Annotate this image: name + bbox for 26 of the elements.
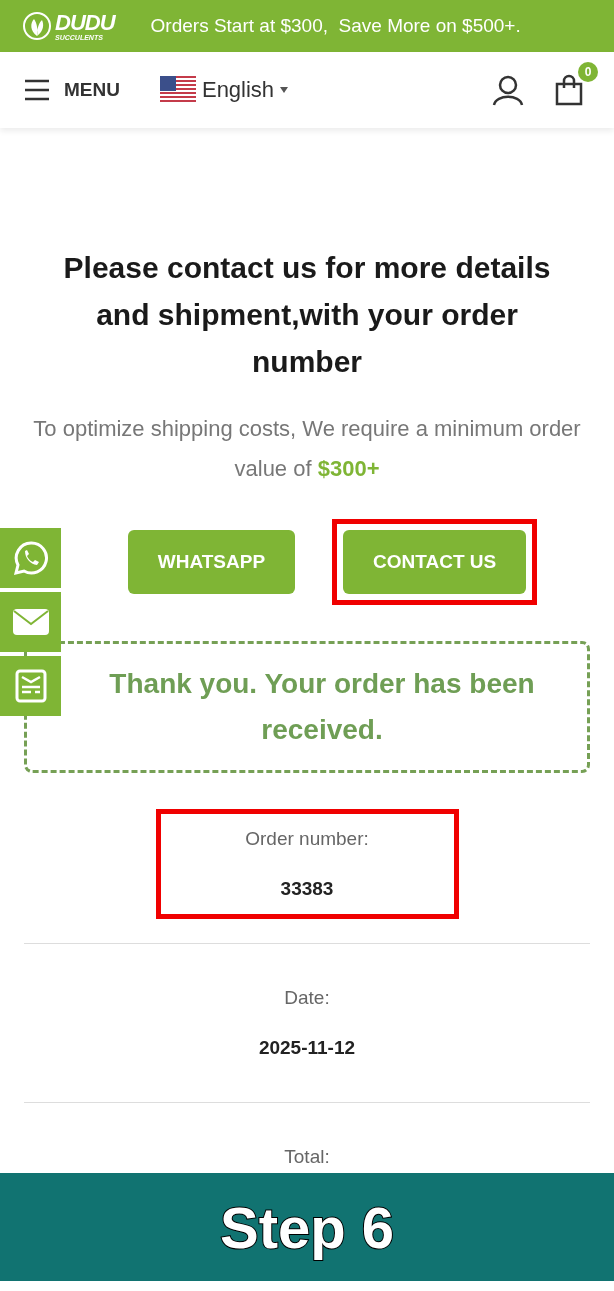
us-flag-icon <box>159 76 196 104</box>
whatsapp-icon <box>12 540 49 576</box>
detail-value: 2025-11-12 <box>258 1037 356 1059</box>
detail-value: 33383 <box>280 878 334 900</box>
email-button[interactable] <box>0 592 61 652</box>
whatsapp-button[interactable] <box>0 528 61 588</box>
logo-name: DUDU <box>55 11 115 34</box>
caret-icon <box>280 87 289 93</box>
menu-button[interactable]: MENU <box>24 79 120 101</box>
cart-count-badge: 0 <box>578 62 598 82</box>
minimum-order-note: To optimize shipping costs, We require a minimum order value of $300+ <box>32 415 582 483</box>
detail-label: Total: <box>284 1146 330 1168</box>
step-label: Step 6 <box>219 1193 395 1261</box>
promo-text: Orders Start at $300, Save More on $500+. <box>150 15 521 37</box>
shopping-bag-icon[interactable] <box>554 74 584 106</box>
detail-label: Order number: <box>245 828 369 850</box>
thank-you-message: Thank you. Your order has been received. <box>108 667 536 747</box>
menu-icon <box>24 79 50 101</box>
mail-icon <box>11 608 50 636</box>
leaf-logo-icon <box>22 11 52 41</box>
detail-label: Date: <box>284 987 330 1009</box>
form-icon <box>14 669 47 703</box>
language-selector[interactable]: English <box>159 76 289 104</box>
page-heading: Please contact us for more details and shipment,with your order number <box>62 250 552 380</box>
user-icon[interactable] <box>492 74 524 106</box>
form-button[interactable] <box>0 656 61 716</box>
